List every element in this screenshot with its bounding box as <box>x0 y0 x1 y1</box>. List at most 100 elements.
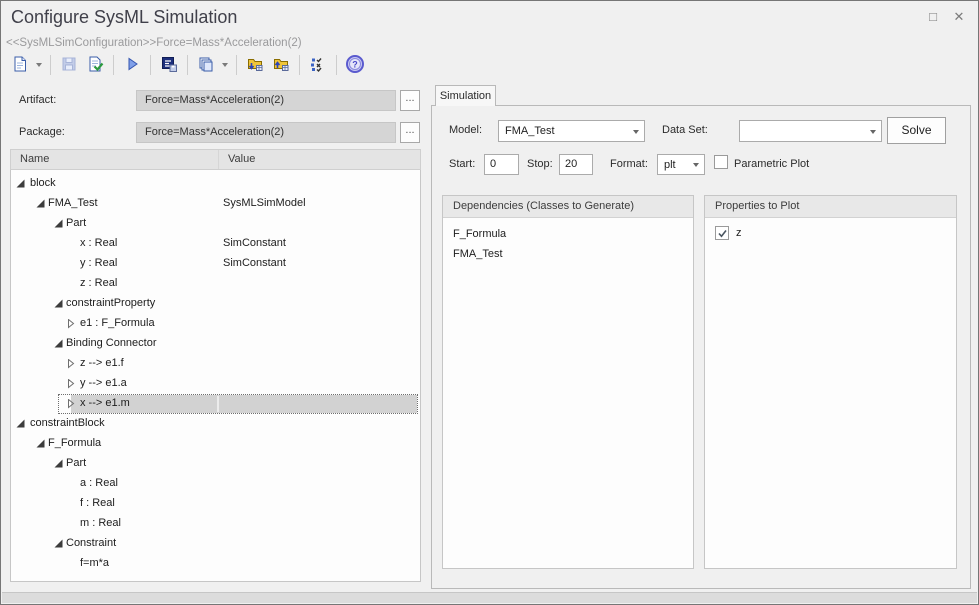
copy-stack-button[interactable] <box>193 52 219 78</box>
model-select-value: FMA_Test <box>505 125 555 137</box>
tree-row[interactable]: a : Real <box>11 474 420 494</box>
package-field: Force=Mass*Acceleration(2) <box>136 122 396 143</box>
svg-text:?: ? <box>352 59 358 69</box>
dependencies-list: Dependencies (Classes to Generate) F_For… <box>442 195 694 569</box>
stop-input[interactable]: 20 <box>559 154 593 175</box>
tree-collapsed-icon[interactable] <box>66 359 76 369</box>
tree-item-value: SimConstant <box>223 237 286 249</box>
column-header-value[interactable]: Value <box>218 150 420 169</box>
tree-row[interactable]: f : Real <box>11 494 420 514</box>
tree-expanded-icon[interactable] <box>54 339 64 349</box>
tree-row[interactable]: Binding Connector <box>11 334 420 354</box>
tree-item-name: x --> e1.m <box>80 397 130 409</box>
package-browse-button[interactable]: ... <box>400 122 420 143</box>
tree-item-name: block <box>30 177 56 189</box>
start-input[interactable]: 0 <box>484 154 519 175</box>
dependencies-items: F_FormulaFMA_Test <box>443 218 693 264</box>
tree-expanded-icon[interactable] <box>36 199 46 209</box>
tree-expanded-icon[interactable] <box>54 539 64 549</box>
property-checkbox[interactable] <box>715 226 729 240</box>
save-button[interactable] <box>56 52 82 78</box>
copy-stack-dropdown[interactable] <box>219 52 231 78</box>
chevron-down-icon <box>222 63 228 67</box>
column-header-name[interactable]: Name <box>11 150 218 169</box>
tree-row[interactable]: Part <box>11 214 420 234</box>
validate-button[interactable] <box>82 52 108 78</box>
artifact-browse-button[interactable]: ... <box>400 90 420 111</box>
package-label: Package: <box>19 126 65 138</box>
tree-item-name: Part <box>66 457 86 469</box>
tree-row[interactable]: z : Real <box>11 274 420 294</box>
model-select[interactable]: FMA_Test <box>498 120 645 142</box>
new-document-icon <box>11 55 29 76</box>
toolbar-separator <box>150 55 151 75</box>
tree-item-name: f=m*a <box>80 557 109 569</box>
checklist-icon <box>309 55 327 76</box>
tree-row[interactable]: x --> e1.m <box>11 394 420 414</box>
tree-item-name: FMA_Test <box>48 197 98 209</box>
tree-collapsed-icon[interactable] <box>66 319 76 329</box>
parametric-plot-checkbox[interactable] <box>714 155 728 169</box>
tab-simulation[interactable]: Simulation <box>435 85 496 106</box>
tree-row[interactable]: Part <box>11 454 420 474</box>
tree-row[interactable]: FMA_TestSysMLSimModel <box>11 194 420 214</box>
tree-collapsed-icon[interactable] <box>66 399 76 409</box>
tree-collapsed-icon[interactable] <box>66 379 76 389</box>
tree-item-name: Binding Connector <box>66 337 157 349</box>
generate-code-button[interactable] <box>156 52 182 78</box>
tree-row[interactable]: f=m*a <box>11 554 420 574</box>
tree-expanded-icon[interactable] <box>54 459 64 469</box>
tree-row[interactable]: constraintBlock <box>11 414 420 434</box>
tree-expanded-icon[interactable] <box>54 299 64 309</box>
stereotype-subtitle: <<SysMLSimConfiguration>>Force=Mass*Acce… <box>6 37 302 49</box>
dataset-select[interactable] <box>739 120 882 142</box>
property-item[interactable]: z <box>705 224 956 244</box>
copy-stack-icon <box>197 55 215 76</box>
solve-button[interactable]: Solve <box>887 117 946 144</box>
chevron-down-icon <box>693 163 699 167</box>
tree-row[interactable]: x : Real SimConstant <box>11 234 420 254</box>
dependency-item[interactable]: F_Formula <box>443 224 693 244</box>
chevron-down-icon <box>36 63 42 67</box>
tree-item-value: SimConstant <box>223 257 286 269</box>
format-select-value: plt <box>664 159 676 171</box>
maximize-button[interactable]: □ <box>924 9 942 25</box>
run-simulation-button[interactable] <box>119 52 145 78</box>
tree-row[interactable]: m : Real <box>11 514 420 534</box>
play-icon <box>123 55 141 76</box>
new-document-dropdown[interactable] <box>33 52 45 78</box>
properties-items: z <box>705 218 956 244</box>
tree-item-name: Constraint <box>66 537 116 549</box>
tree-expanded-icon[interactable] <box>36 439 46 449</box>
close-button[interactable]: ✕ <box>950 9 968 25</box>
import-folder-icon <box>246 55 264 76</box>
tree-row[interactable]: y : RealSimConstant <box>11 254 420 274</box>
save-icon <box>60 55 78 76</box>
tree-row[interactable]: e1 : F_Formula <box>11 314 420 334</box>
tree-row[interactable]: F_Formula <box>11 434 420 454</box>
window-controls: □ ✕ <box>924 9 968 25</box>
toolbar-separator <box>299 55 300 75</box>
tree-expanded-icon[interactable] <box>16 179 26 189</box>
tree-expanded-icon[interactable] <box>16 419 26 429</box>
tree-row[interactable]: y --> e1.a <box>11 374 420 394</box>
tree-item-name: x : Real <box>80 237 117 249</box>
help-button[interactable]: ? <box>342 52 368 78</box>
dependency-item[interactable]: FMA_Test <box>443 244 693 264</box>
set-options-button[interactable] <box>305 52 331 78</box>
generate-code-icon <box>160 55 178 76</box>
tree-row[interactable]: constraintProperty <box>11 294 420 314</box>
tree-item-name: e1 : F_Formula <box>80 317 155 329</box>
import-folder-button[interactable] <box>242 52 268 78</box>
tree-expanded-icon[interactable] <box>54 219 64 229</box>
toolbar-separator <box>236 55 237 75</box>
page-title: Configure SysML Simulation <box>11 7 237 28</box>
tree-row[interactable]: Constraint <box>11 534 420 554</box>
stop-label: Stop: <box>527 158 553 170</box>
format-select[interactable]: plt <box>657 154 705 175</box>
export-folder-button[interactable] <box>268 52 294 78</box>
new-document-button[interactable] <box>7 52 33 78</box>
tree-item-name: F_Formula <box>48 437 101 449</box>
tree-row[interactable]: z --> e1.f <box>11 354 420 374</box>
tree-row[interactable]: block <box>11 174 420 194</box>
